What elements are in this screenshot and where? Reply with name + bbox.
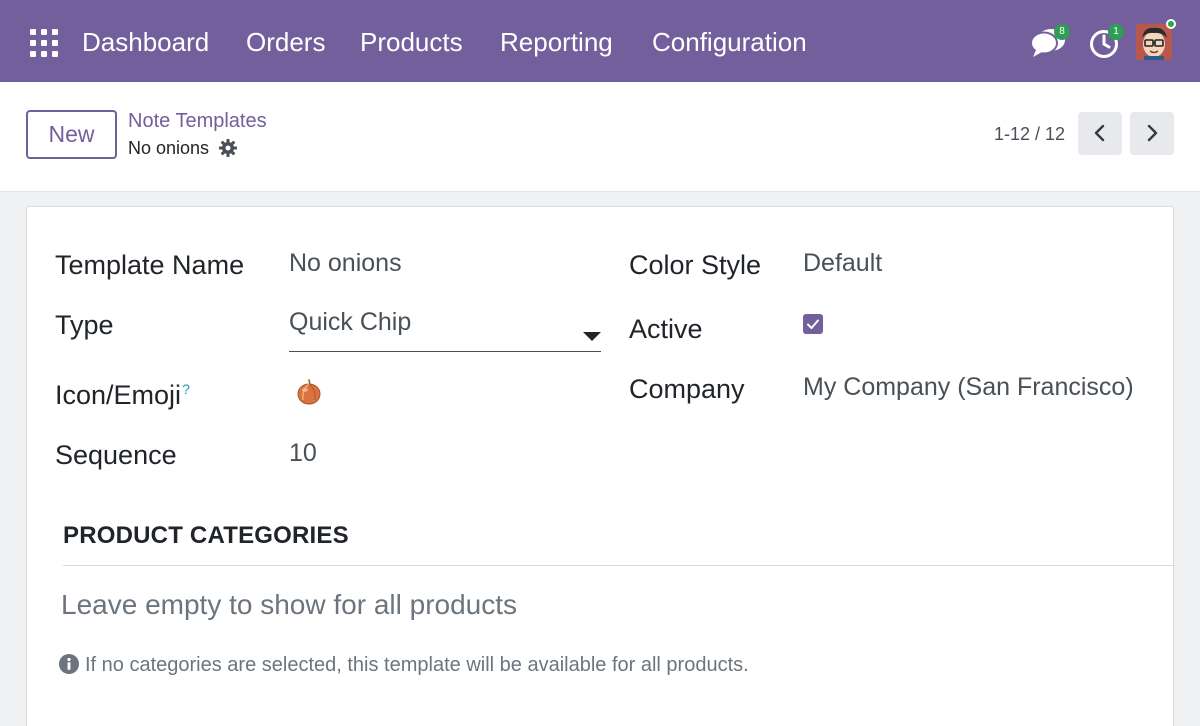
chevron-right-icon xyxy=(1147,124,1158,142)
nav-dashboard[interactable]: Dashboard xyxy=(82,25,209,59)
nav-configuration[interactable]: Configuration xyxy=(652,25,807,59)
new-button[interactable]: New xyxy=(26,110,117,159)
info-icon xyxy=(59,654,79,674)
online-status-dot xyxy=(1166,19,1176,29)
gear-icon[interactable] xyxy=(219,139,237,157)
chat-badge: 8 xyxy=(1054,24,1070,40)
chat-icon[interactable]: 8 xyxy=(1030,24,1070,60)
product-categories-input[interactable]: Leave empty to show for all products xyxy=(61,587,517,623)
company-field[interactable]: My Company (San Francisco) xyxy=(803,371,1134,403)
categories-info-text: If no categories are selected, this temp… xyxy=(85,654,749,676)
product-categories-title: PRODUCT CATEGORIES xyxy=(63,522,349,549)
breadcrumb-current-record: No onions xyxy=(128,138,210,158)
icon-emoji-label-text: Icon/Emoji xyxy=(55,380,182,410)
checkmark-icon xyxy=(807,319,819,329)
caret-down-icon xyxy=(583,332,601,341)
company-label: Company xyxy=(629,374,745,404)
color-style-label: Color Style xyxy=(629,250,762,280)
activity-clock-icon[interactable]: 1 xyxy=(1088,24,1124,60)
chevron-left-icon xyxy=(1094,124,1105,142)
nav-reporting[interactable]: Reporting xyxy=(500,25,613,59)
template-name-field[interactable]: No onions xyxy=(289,247,402,279)
pager-next-button[interactable] xyxy=(1130,112,1174,155)
onion-icon[interactable] xyxy=(295,378,323,406)
form-sheet: Template Name No onions Type Quick Chip … xyxy=(26,206,1175,726)
nav-orders[interactable]: Orders xyxy=(246,25,325,59)
control-panel: New Note Templates No onions 1-12 / 12 xyxy=(0,82,1200,192)
top-navbar: Dashboard Orders Products Reporting Conf… xyxy=(0,0,1200,82)
help-tooltip-icon[interactable]: ? xyxy=(182,381,190,397)
section-divider xyxy=(63,565,1175,566)
sequence-label: Sequence xyxy=(55,440,177,470)
activity-badge: 1 xyxy=(1108,24,1124,40)
pager-previous-button[interactable] xyxy=(1078,112,1122,155)
nav-products[interactable]: Products xyxy=(360,25,463,59)
icon-emoji-label: Icon/Emoji? xyxy=(55,378,190,412)
sequence-field[interactable]: 10 xyxy=(289,437,317,469)
type-label: Type xyxy=(55,310,114,340)
template-name-label: Template Name xyxy=(55,250,245,280)
apps-grid-icon[interactable] xyxy=(30,29,58,57)
type-select-value: Quick Chip xyxy=(289,308,412,336)
pager-value[interactable]: 1-12 / 12 xyxy=(994,122,1065,146)
breadcrumb-note-templates[interactable]: Note Templates xyxy=(128,108,267,134)
type-select[interactable]: Quick Chip xyxy=(289,306,601,352)
color-style-field[interactable]: Default xyxy=(803,247,882,279)
active-label: Active xyxy=(629,314,703,344)
active-checkbox[interactable] xyxy=(803,314,823,334)
user-avatar[interactable] xyxy=(1136,24,1172,60)
